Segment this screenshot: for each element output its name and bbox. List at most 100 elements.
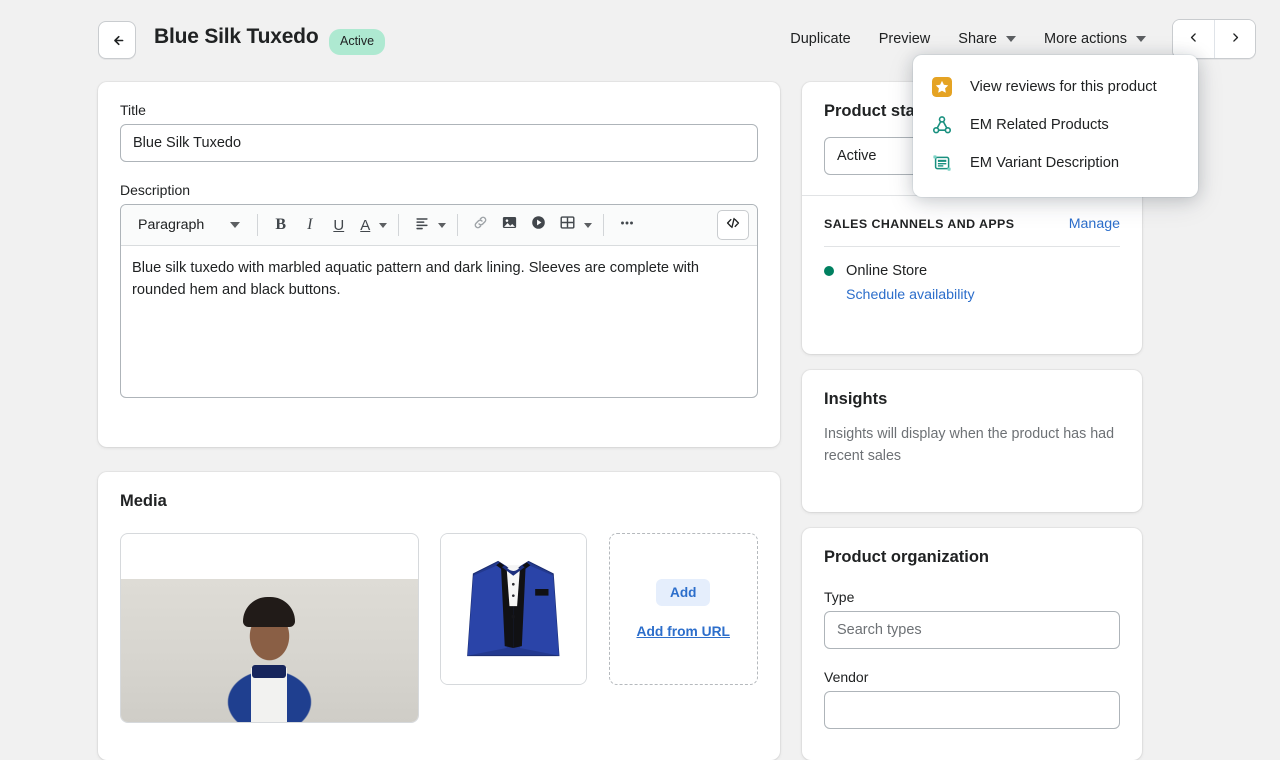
status-badge: Active [329,29,385,55]
channel-name: Online Store [846,263,927,279]
more-actions-label: More actions [1044,31,1127,47]
text-color-label: A [360,217,370,234]
tuxedo-photo [441,534,586,684]
menu-item-label: View reviews for this product [970,79,1157,95]
arrow-left-icon [109,32,126,49]
italic-button[interactable]: I [296,212,323,239]
insert-image-button[interactable] [496,212,523,239]
chevron-down-icon [438,223,446,228]
menu-item-label: EM Related Products [970,117,1109,133]
insights-heading: Insights [824,390,1120,409]
title-description-card: Title Description Paragraph B I [98,82,780,447]
title-card-body: Title Description Paragraph B I [98,82,780,418]
block-format-value: Paragraph [138,217,204,233]
more-actions-dropdown: View reviews for this product EM Related… [913,55,1198,197]
description-textarea[interactable]: Blue silk tuxedo with marbled aquatic pa… [121,246,757,397]
ellipsis-icon [618,214,636,237]
menu-item-em-variant-description[interactable]: EM Variant Description [913,144,1198,182]
photo-detail [252,665,286,678]
vendor-search-input[interactable] [824,691,1120,729]
underline-label: U [333,217,344,234]
description-editor: Paragraph B I U A [120,204,758,398]
media-item-thumbnail[interactable] [440,533,587,685]
link-icon [472,214,489,236]
title-field-label: Title [120,102,758,118]
variant-description-icon [931,152,953,174]
editor-toolbar: Paragraph B I U A [121,205,757,246]
underline-button[interactable]: U [325,212,352,239]
media-heading: Media [120,492,758,511]
section-divider [824,246,1120,247]
media-item-primary[interactable] [120,533,419,723]
media-list: Add Add from URL [120,533,758,723]
chevron-down-icon [1136,36,1146,42]
duplicate-label: Duplicate [790,31,850,47]
media-card-body: Media [98,472,780,743]
share-label: Share [958,31,997,47]
code-view-icon [724,214,742,237]
bold-button[interactable]: B [267,212,294,239]
chevron-down-icon [584,223,592,228]
model-photo [121,579,418,722]
related-nodes-icon [931,114,953,136]
preview-label: Preview [879,31,931,47]
star-badge-icon [931,76,953,98]
product-status-value: Active [837,148,877,164]
menu-item-label: EM Variant Description [970,155,1119,171]
toolbar-divider [257,214,258,236]
title-input[interactable] [120,124,758,162]
italic-label: I [307,216,312,234]
add-media-button[interactable]: Add [656,579,710,606]
product-organization-body: Product organization Type Vendor [802,528,1142,749]
chevron-down-icon [1006,36,1016,42]
link-button[interactable] [467,212,494,239]
media-add-dropzone[interactable]: Add Add from URL [609,533,758,685]
previous-product-button[interactable] [1173,20,1214,58]
chevron-down-icon [379,223,387,228]
preview-button[interactable]: Preview [865,23,945,55]
photo-detail [243,597,295,627]
sales-channels-heading: SALES CHANNELS AND APPS [824,217,1015,231]
product-detail-page: Blue Silk Tuxedo Active Duplicate Previe… [0,0,1280,720]
type-search-input[interactable] [824,611,1120,649]
description-field-label: Description [120,182,758,198]
insights-description: Insights will display when the product h… [824,423,1120,468]
insert-video-button[interactable] [525,212,552,239]
product-organization-heading: Product organization [824,548,1120,567]
status-dot-icon [824,266,834,276]
schedule-availability-link[interactable]: Schedule availability [846,287,1120,303]
next-product-button[interactable] [1214,20,1255,58]
toolbar-divider [603,214,604,236]
menu-item-view-reviews[interactable]: View reviews for this product [913,68,1198,106]
text-color-button[interactable]: A [354,212,389,239]
manage-channels-link[interactable]: Manage [1069,216,1120,232]
vendor-field-label: Vendor [824,669,1120,685]
share-button[interactable]: Share [944,23,1030,55]
sales-channels-header: SALES CHANNELS AND APPS Manage [824,216,1120,232]
more-options-button[interactable] [613,212,640,239]
video-icon [530,214,547,236]
toolbar-divider [457,214,458,236]
menu-item-em-related-products[interactable]: EM Related Products [913,106,1198,144]
insert-table-button[interactable] [554,212,594,239]
type-field-label: Type [824,589,1120,605]
add-from-url-link[interactable]: Add from URL [636,624,730,639]
insights-body: Insights Insights will display when the … [802,370,1142,488]
code-view-button[interactable] [717,210,749,240]
image-icon [501,214,518,236]
sales-channels-section: SALES CHANNELS AND APPS Manage Online St… [802,196,1142,303]
more-actions-button[interactable]: More actions [1030,23,1160,55]
back-button[interactable] [98,21,136,59]
chevron-left-icon [1187,31,1200,47]
duplicate-button[interactable]: Duplicate [776,23,864,55]
product-organization-card: Product organization Type Vendor [802,528,1142,760]
record-nav-group [1172,19,1256,59]
align-left-icon [414,215,430,236]
insights-card: Insights Insights will display when the … [802,370,1142,512]
align-button[interactable] [408,212,448,239]
media-card: Media [98,472,780,760]
block-format-select[interactable]: Paragraph [129,212,248,238]
chevron-right-icon [1229,31,1242,47]
channel-row-online-store[interactable]: Online Store [824,263,1120,279]
bold-label: B [275,216,286,234]
